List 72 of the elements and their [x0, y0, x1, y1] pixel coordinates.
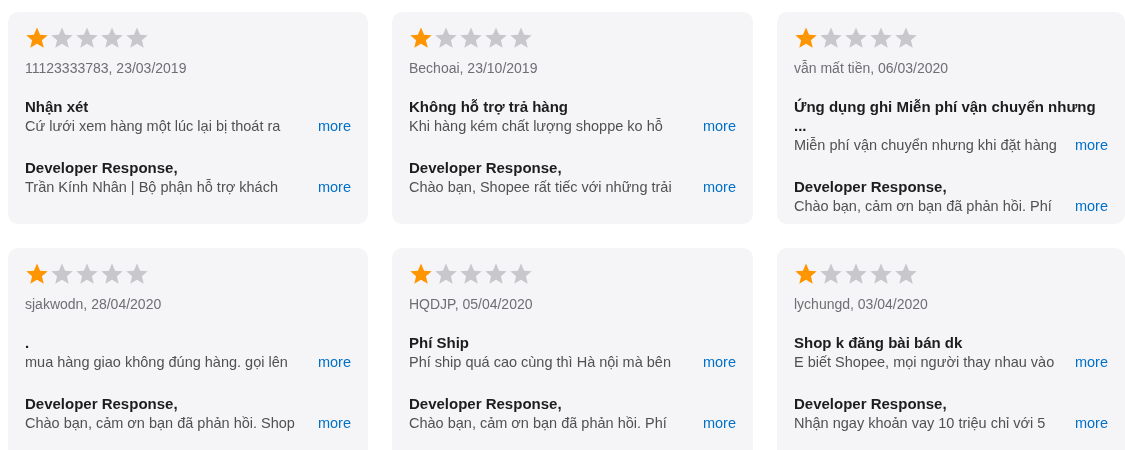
review-text: Phí ship quá cao cùng thì Hà nội mà bên [409, 353, 671, 372]
review-text: E biết Shopee, mọi người thay nhau vào [794, 353, 1055, 372]
response-text: Nhận ngay khoản vay 10 triệu chỉ với 5 [794, 414, 1046, 433]
review-text: Khi hàng kém chất lượng shoppe ko hỗ [409, 117, 663, 136]
star-icon [484, 262, 508, 286]
review-author-date: sjakwodn, 28/04/2020 [25, 295, 163, 314]
star-icon [844, 26, 868, 50]
more-link[interactable]: more [317, 177, 351, 197]
star-icon [409, 262, 433, 286]
star-icon [894, 26, 918, 50]
star-icon [484, 26, 508, 50]
review-text: mua hàng giao không đúng hàng. gọi lên [25, 353, 288, 372]
more-link[interactable]: more [702, 352, 736, 372]
star-icon [25, 26, 49, 50]
review-title: Shop k đăng bài bán dk [794, 333, 964, 352]
developer-response-label: Developer Response, [409, 158, 563, 177]
more-link[interactable]: more [1074, 352, 1108, 372]
review-author-date: vẫn mất tiền, 06/03/2020 [794, 59, 950, 78]
star-icon [819, 26, 843, 50]
more-link[interactable]: more [702, 177, 736, 197]
review-title: Ứng dụng ghi Miễn phí vận chuyển nhưng ... [794, 97, 1097, 135]
star-icon [409, 26, 433, 50]
star-icon [100, 26, 124, 50]
star-icon [459, 262, 483, 286]
star-icon [819, 262, 843, 286]
more-link[interactable]: more [1074, 196, 1108, 216]
review-title: Nhận xét [25, 97, 90, 116]
review-author-date: Bechoai, 23/10/2019 [409, 59, 539, 78]
star-icon [125, 26, 149, 50]
developer-response-label: Developer Response, [794, 394, 948, 413]
review-author-date: HQDJP, 05/04/2020 [409, 295, 534, 314]
star-icon [75, 262, 99, 286]
response-text: Chào bạn, cảm ơn bạn đã phản hồi. Shop [25, 414, 295, 433]
star-icon [75, 26, 99, 50]
star-icon [509, 26, 533, 50]
star-icon [794, 262, 818, 286]
star-icon [894, 262, 918, 286]
star-icon [869, 262, 893, 286]
star-icon [125, 262, 149, 286]
response-text: Chào bạn, cảm ơn bạn đã phản hồi. Phí [794, 197, 1052, 216]
developer-response-label: Developer Response, [794, 177, 948, 196]
more-link[interactable]: more [702, 116, 736, 136]
star-icon [50, 26, 74, 50]
star-icon [434, 26, 458, 50]
developer-response-label: Developer Response, [409, 394, 563, 413]
star-icon [869, 26, 893, 50]
more-link[interactable]: more [702, 413, 736, 433]
review-author-date: lychungd, 03/04/2020 [794, 295, 929, 314]
star-icon [844, 262, 868, 286]
review-author-date: 11123333783, 23/03/2019 [25, 59, 188, 78]
review-text: Cứ lưới xem hàng một lúc lại bị thoát ra [25, 117, 281, 136]
more-link[interactable]: more [317, 352, 351, 372]
star-icon [50, 262, 74, 286]
more-link[interactable]: more [1074, 135, 1108, 155]
developer-response-label: Developer Response, [25, 394, 179, 413]
more-link[interactable]: more [1074, 413, 1108, 433]
star-icon [100, 262, 124, 286]
review-text: Miễn phí vận chuyển nhưng khi đặt hàng [794, 136, 1057, 155]
more-link[interactable]: more [317, 413, 351, 433]
review-title: . [25, 333, 31, 352]
star-icon [509, 262, 533, 286]
response-text: Chào bạn, cảm ơn bạn đã phản hồi. Phí [409, 414, 667, 433]
review-title: Không hỗ trợ trả hàng [409, 97, 569, 116]
star-icon [459, 26, 483, 50]
star-icon [794, 26, 818, 50]
review-title: Phí Ship [409, 333, 470, 352]
response-text: Chào bạn, Shopee rất tiếc với những trải [409, 178, 672, 197]
star-icon [25, 262, 49, 286]
more-link[interactable]: more [317, 116, 351, 136]
response-text: Trần Kính Nhân | Bộ phận hỗ trợ khách [25, 178, 278, 197]
star-icon [434, 262, 458, 286]
developer-response-label: Developer Response, [25, 158, 179, 177]
